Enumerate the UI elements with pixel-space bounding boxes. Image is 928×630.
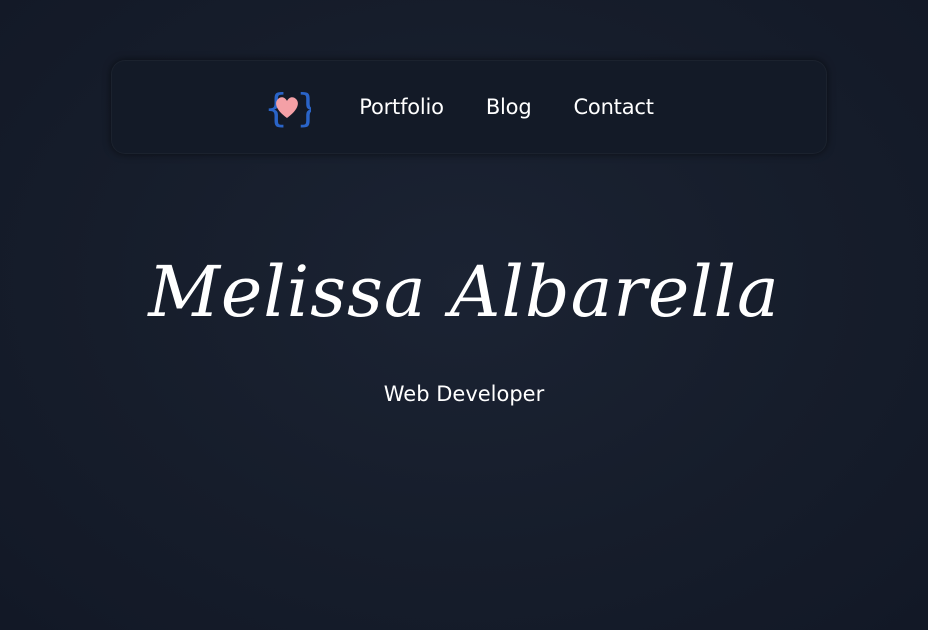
nav-link-portfolio[interactable]: Portfolio bbox=[359, 95, 444, 119]
curly-braces-heart-icon[interactable]: { } bbox=[263, 83, 311, 131]
hero-name: Melissa Albarella bbox=[148, 251, 780, 333]
svg-text:}: } bbox=[296, 86, 311, 130]
top-navigation: { } Portfolio Blog Contact bbox=[111, 60, 827, 154]
nav-link-contact[interactable]: Contact bbox=[573, 95, 654, 119]
nav-link-blog[interactable]: Blog bbox=[486, 95, 532, 119]
hero-subtitle: Web Developer bbox=[383, 382, 545, 406]
